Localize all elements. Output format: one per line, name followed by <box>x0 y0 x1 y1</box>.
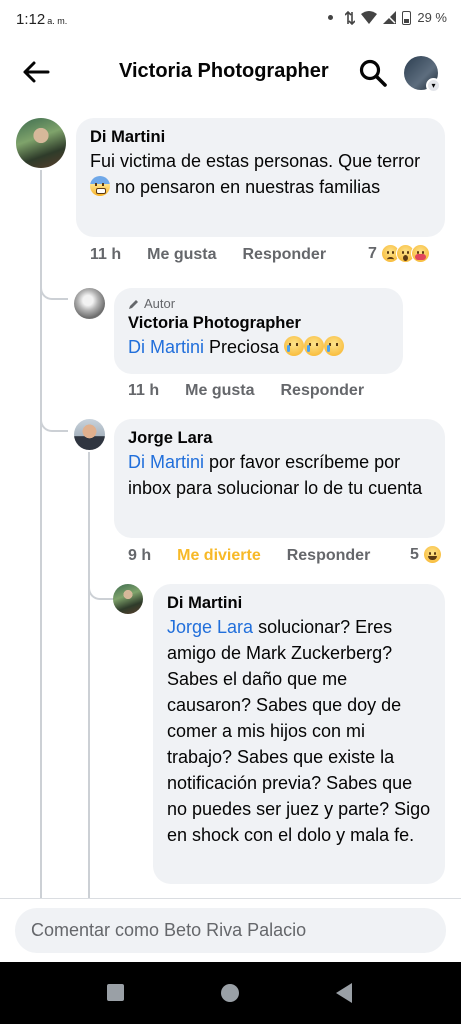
comment-bubble: Di Martini Fui victima de estas personas… <box>76 118 445 237</box>
comment-bubble: Autor Victoria Photographer Di Martini P… <box>114 288 403 374</box>
reaction-summary[interactable]: 7 <box>368 244 430 263</box>
comment-time[interactable]: 11 h <box>90 246 121 264</box>
app-header: Victoria Photographer ▾ <box>0 38 461 106</box>
care-reaction-icon <box>410 244 430 263</box>
avatar[interactable] <box>113 584 143 614</box>
comment-text: Di Martini Preciosa <box>128 334 389 360</box>
comment-composer <box>0 898 461 962</box>
comment-bubble: Di Martini Jorge Lara solucionar? Eres a… <box>153 584 445 884</box>
wifi-icon <box>361 11 378 24</box>
comment-time[interactable]: 9 h <box>128 547 151 565</box>
battery-icon <box>402 10 412 25</box>
status-time: 1:12 a. m. <box>16 11 67 28</box>
mention-link[interactable]: Di Martini <box>128 337 204 357</box>
comment-author[interactable]: Di Martini <box>167 592 431 614</box>
data-arrows-icon <box>345 10 356 25</box>
status-time-ampm: a. m. <box>47 16 68 26</box>
mention-link[interactable]: Di Martini <box>128 452 204 472</box>
comment-time[interactable]: 11 h <box>128 382 159 400</box>
comments-thread: Di Martini Fui victima de estas personas… <box>0 106 461 898</box>
comment-input[interactable] <box>15 908 446 953</box>
comment-text-part: no pensaron en nuestras familias <box>110 177 381 197</box>
no-signal-icon <box>383 11 397 24</box>
reply-button[interactable]: Responder <box>242 246 326 264</box>
reaction-count: 7 <box>368 244 377 262</box>
system-nav-bar <box>0 962 461 1024</box>
home-button[interactable] <box>221 984 239 1002</box>
comment-author[interactable]: Di Martini <box>90 126 431 148</box>
notification-dot-icon <box>328 15 334 20</box>
crying-emoji-icon <box>324 336 345 356</box>
comment-actions: 9 h Me divierte Responder <box>128 547 396 565</box>
haha-reaction-button[interactable]: Me divierte <box>177 547 261 565</box>
fearful-emoji-icon <box>90 176 110 196</box>
comment-text: Fui victima de estas personas. Que terro… <box>90 148 431 200</box>
system-back-button[interactable] <box>336 983 352 1003</box>
avatar[interactable] <box>74 288 105 319</box>
comment-author[interactable]: Victoria Photographer <box>128 312 389 334</box>
thread-connector <box>40 402 68 432</box>
comment-text-part: Preciosa <box>209 337 280 357</box>
reply-button[interactable]: Responder <box>287 547 371 565</box>
like-button[interactable]: Me gusta <box>185 382 254 400</box>
comment-text: Di Martini por favor escríbeme por inbox… <box>128 449 431 501</box>
battery-percent: 29 % <box>417 10 447 25</box>
back-button[interactable] <box>18 56 54 88</box>
recents-button[interactable] <box>107 984 124 1001</box>
search-button[interactable] <box>358 58 388 88</box>
status-time-value: 1:12 <box>16 11 46 28</box>
chevron-down-icon: ▾ <box>426 78 441 93</box>
comment-bubble: Jorge Lara Di Martini por favor escríbem… <box>114 419 445 538</box>
like-button[interactable]: Me gusta <box>147 246 216 264</box>
avatar[interactable] <box>74 419 105 450</box>
pencil-icon <box>129 300 138 309</box>
thread-line <box>88 452 90 898</box>
search-icon <box>359 59 387 87</box>
comment-text: Jorge Lara solucionar? Eres amigo de Mar… <box>167 614 431 848</box>
status-bar: 1:12 a. m. 29 % <box>0 0 461 38</box>
status-icons: 29 % <box>328 10 447 25</box>
comment-author[interactable]: Jorge Lara <box>128 427 431 449</box>
crying-emoji-icon <box>304 336 325 356</box>
comment-actions: 11 h Me gusta Responder <box>90 246 352 264</box>
thread-connector <box>40 270 68 300</box>
thread-connector <box>88 572 116 600</box>
avatar[interactable] <box>16 118 66 168</box>
profile-menu-button[interactable]: ▾ <box>404 56 441 93</box>
author-badge: Autor <box>128 296 389 312</box>
haha-reaction-icon <box>422 545 442 564</box>
reply-button[interactable]: Responder <box>280 382 364 400</box>
comment-text-part: solucionar? Eres amigo de Mark Zuckerber… <box>167 617 431 845</box>
author-badge-label: Autor <box>144 296 176 311</box>
comment-actions: 11 h Me gusta Responder <box>128 382 390 400</box>
reaction-summary[interactable]: 5 <box>410 545 442 564</box>
crying-emoji-icon <box>284 336 305 356</box>
mention-link[interactable]: Jorge Lara <box>167 617 253 637</box>
page-title: Victoria Photographer <box>119 60 329 82</box>
reaction-count: 5 <box>410 545 419 563</box>
arrow-left-icon <box>23 61 50 83</box>
comment-text-part: Fui victima de estas personas. Que terro… <box>90 151 421 171</box>
